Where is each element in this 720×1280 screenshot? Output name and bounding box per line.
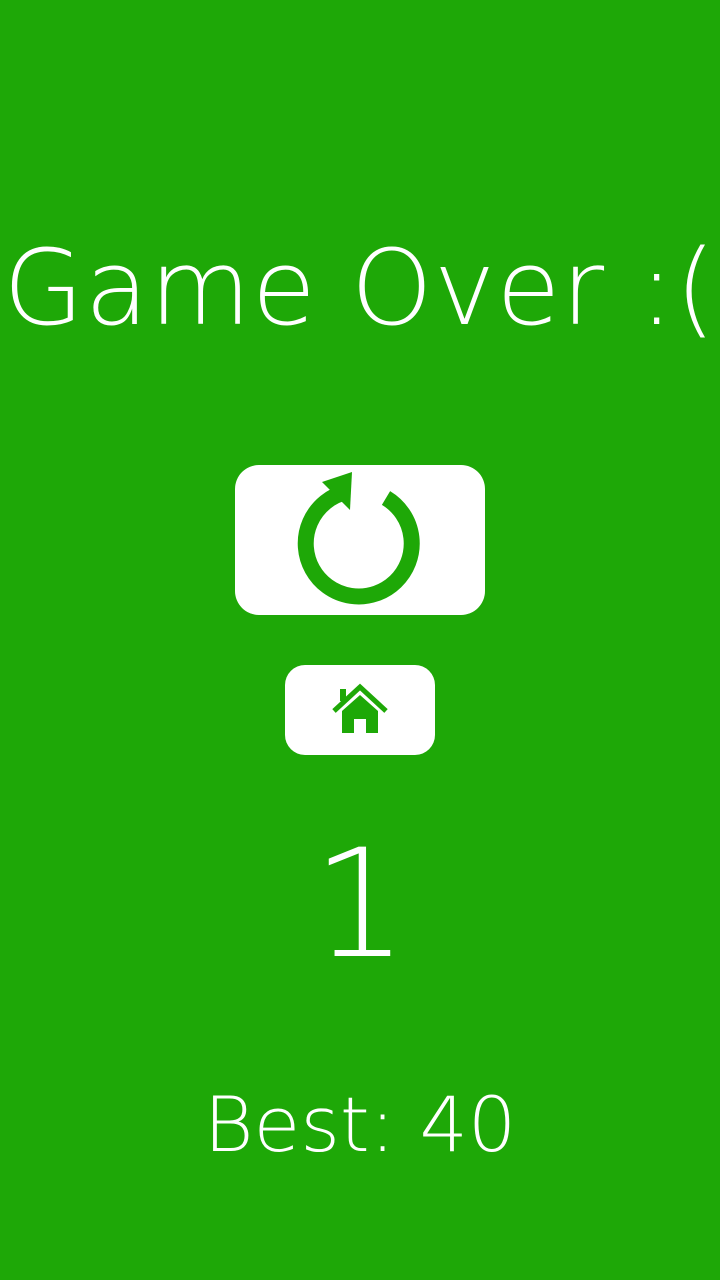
- home-icon: [332, 683, 388, 733]
- best-score: Best: 40: [203, 1080, 517, 1169]
- home-button[interactable]: [285, 665, 435, 755]
- current-score: 1: [312, 818, 408, 992]
- restart-button[interactable]: [235, 465, 485, 615]
- game-over-title: Game Over :(: [3, 227, 717, 349]
- restart-icon: [297, 472, 420, 605]
